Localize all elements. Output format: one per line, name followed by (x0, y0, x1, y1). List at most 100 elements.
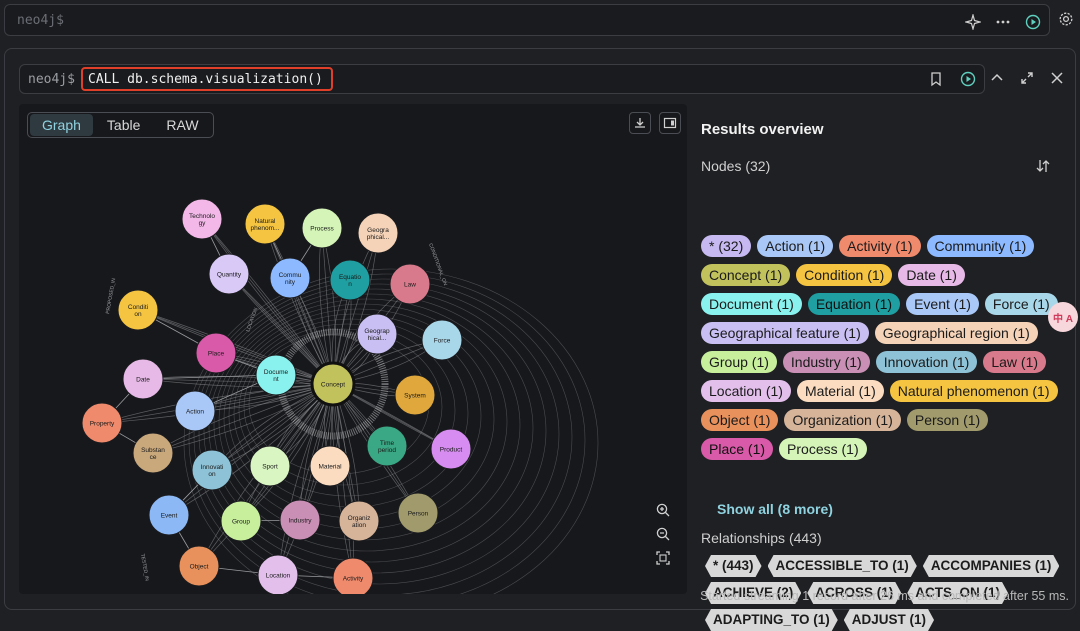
collapse-icon[interactable] (989, 70, 1005, 86)
graph-node-label: Geogra (367, 227, 389, 234)
graph-node[interactable]: Place (195, 332, 237, 374)
download-icon[interactable] (629, 112, 651, 134)
graph-node[interactable]: Condition (117, 289, 159, 331)
graph-node[interactable]: Naturalphenom... (244, 203, 286, 245)
edge-label: LOCATION (245, 307, 259, 333)
graph-node[interactable]: Substance (132, 432, 174, 474)
node-label-chip[interactable]: Equation (1) (807, 293, 901, 315)
node-label-chip[interactable]: Community (1) (926, 235, 1035, 257)
graph-node[interactable]: Geographical... (356, 313, 398, 355)
relationship-chip[interactable]: ACCESSIBLE_TO (1) (768, 555, 917, 577)
fit-view-icon[interactable] (655, 550, 671, 566)
graph-node[interactable]: Force (421, 319, 463, 361)
graph-node[interactable]: System (394, 374, 436, 416)
graph-node[interactable]: Date (122, 358, 164, 400)
node-label-chip[interactable]: Innovation (1) (875, 351, 978, 373)
graph-node[interactable]: Quantity (208, 253, 250, 295)
run-query-icon[interactable] (960, 71, 976, 87)
node-label-chip[interactable]: Law (1) (983, 351, 1047, 373)
graph-node[interactable]: Equation (329, 259, 371, 301)
graph-node[interactable]: Timeperiod (366, 425, 408, 467)
graph-node-label: Quantity (217, 272, 242, 279)
graph-node[interactable]: Community (269, 257, 311, 299)
graph-node[interactable]: Location (257, 554, 299, 594)
relationship-chip[interactable]: ADAPTING_TO (1) (705, 609, 838, 631)
graph-node[interactable]: Event (148, 494, 190, 536)
graph-node[interactable]: Law (389, 263, 431, 305)
node-label-chip[interactable]: Geographical region (1) (874, 322, 1038, 344)
graph-node[interactable]: Material (309, 445, 351, 487)
sort-icon[interactable] (1035, 158, 1051, 174)
graph-node-label: Conditi (128, 304, 148, 311)
edge-label: TESTED_IN (139, 553, 150, 582)
graph-node[interactable]: Process (301, 207, 343, 249)
node-label-chip[interactable]: Location (1) (701, 380, 791, 402)
graph-node[interactable]: Property (81, 402, 123, 444)
fullscreen-icon[interactable] (1019, 70, 1035, 86)
relationship-chip[interactable]: ADJUST (1) (844, 609, 934, 631)
graph-node-label: Group (232, 519, 250, 526)
translate-badge[interactable]: 中 A (1048, 302, 1078, 332)
node-label-chip[interactable]: Concept (1) (701, 264, 791, 286)
relationship-chip[interactable]: * (443) (705, 555, 762, 577)
node-label-chip[interactable]: Date (1) (898, 264, 965, 286)
node-label-chip[interactable]: Natural phenomenon (1) (889, 380, 1058, 402)
gear-icon[interactable] (1058, 11, 1074, 27)
graph-node[interactable]: Object (178, 545, 220, 587)
query-editor[interactable]: neo4j$ CALL db.schema.visualization() (19, 64, 985, 94)
relationship-chip[interactable]: ACCOMPANIES (1) (923, 555, 1060, 577)
graph-node[interactable]: Document (255, 354, 297, 396)
graph-node[interactable]: Action (174, 390, 216, 432)
node-label-chip[interactable]: Condition (1) (796, 264, 893, 286)
top-query-editor[interactable]: neo4j$ (4, 4, 1050, 36)
node-label-chip[interactable]: * (32) (701, 235, 752, 257)
node-label-chip[interactable]: Event (1) (906, 293, 979, 315)
graph-node[interactable]: Product (430, 428, 472, 470)
node-label-chip[interactable]: Geographical feature (1) (701, 322, 869, 344)
node-label-chip[interactable]: Force (1) (984, 293, 1058, 315)
node-label-chip[interactable]: Person (1) (906, 409, 989, 431)
show-all-link[interactable]: Show all (8 more) (717, 501, 833, 517)
graph-node[interactable]: Sport (249, 445, 291, 487)
node-label-chip[interactable]: Industry (1) (782, 351, 870, 373)
node-label-chip[interactable]: Activity (1) (839, 235, 921, 257)
query-text[interactable]: CALL db.schema.visualization() (88, 72, 323, 87)
top-prompt: neo4j$ (17, 13, 64, 28)
graph-node[interactable]: Technology (181, 198, 223, 240)
graph-node-label: hical... (368, 335, 387, 342)
node-label-chip[interactable]: Process (1) (779, 438, 867, 460)
graph-node[interactable]: Activity (332, 557, 374, 594)
node-label-chip[interactable]: Group (1) (701, 351, 777, 373)
node-label-chip[interactable]: Organization (1) (784, 409, 901, 431)
node-label-chip[interactable]: Action (1) (757, 235, 834, 257)
graph-node-label: gy (199, 220, 207, 227)
graph-node[interactable]: Concept (310, 361, 356, 407)
graph-node-label: Person (408, 511, 429, 518)
graph-node[interactable]: Innovation (191, 449, 233, 491)
bookmark-icon[interactable] (928, 71, 944, 87)
zoom-out-icon[interactable] (655, 526, 671, 542)
run-icon[interactable] (1025, 14, 1041, 30)
more-icon[interactable] (995, 14, 1011, 30)
tab-raw[interactable]: RAW (154, 114, 210, 136)
node-label-chip[interactable]: Place (1) (701, 438, 774, 460)
node-label-chip[interactable]: Object (1) (701, 409, 779, 431)
tab-graph[interactable]: Graph (30, 114, 93, 136)
graph-node[interactable]: Group (220, 500, 262, 542)
zoom-in-icon[interactable] (655, 502, 671, 518)
side-panel-icon[interactable] (659, 112, 681, 134)
edge-label: PROPOSED_IN (105, 277, 117, 314)
graph-node-label: Product (440, 447, 463, 454)
close-icon[interactable] (1049, 70, 1065, 86)
tab-table[interactable]: Table (95, 114, 152, 136)
sparkle-icon[interactable] (965, 14, 981, 30)
graph-pane[interactable]: PROPOSED_INCARRIED_OUTLOCATED_ININTERACT… (19, 104, 687, 594)
graph-node[interactable]: Organization (338, 500, 380, 542)
graph-node[interactable]: Person (397, 492, 439, 534)
graph-edge (321, 227, 336, 385)
graph-node[interactable]: Geographical... (357, 212, 399, 254)
node-label-chip[interactable]: Document (1) (701, 293, 802, 315)
graph-node[interactable]: Industry (279, 499, 321, 541)
graph-canvas[interactable]: PROPOSED_INCARRIED_OUTLOCATED_ININTERACT… (19, 104, 687, 594)
node-label-chip[interactable]: Material (1) (796, 380, 884, 402)
